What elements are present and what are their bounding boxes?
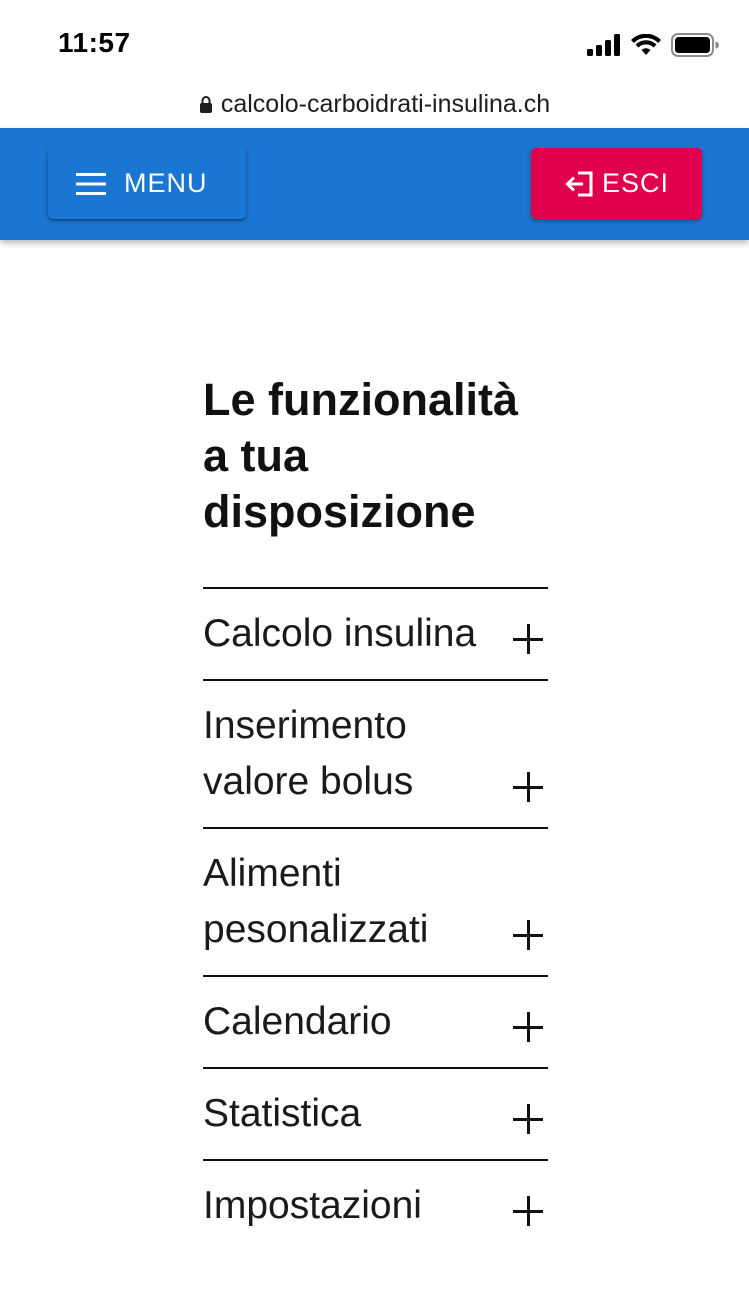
- accordion-item-label: Inserimento valore bolus: [203, 704, 414, 803]
- menu-button[interactable]: MENU: [48, 148, 246, 219]
- page-title: Le funzionalità a tua disposizione: [203, 374, 518, 537]
- accordion-item-alimenti-personalizzati[interactable]: Alimenti pesonalizzati: [203, 829, 548, 977]
- hamburger-menu-icon: [76, 172, 106, 195]
- accordion-item-label: Statistica: [203, 1092, 362, 1135]
- logout-icon: [565, 171, 593, 196]
- app-bar: MENU ESCI: [0, 128, 749, 240]
- features-section: Le funzionalità a tua disposizione Calco…: [203, 372, 548, 1251]
- accordion-item-label: Calendario: [203, 1000, 392, 1043]
- plus-icon[interactable]: [513, 1196, 543, 1226]
- url-text: calcolo-carboidrati-insulina.ch: [220, 89, 551, 118]
- status-time: 11:57: [58, 27, 131, 58]
- accordion-item-label: Impostazioni: [203, 1184, 422, 1227]
- accordion-item-statistica[interactable]: Statistica: [203, 1069, 548, 1161]
- accordion-item-calcolo-insulina[interactable]: Calcolo insulina: [203, 589, 548, 681]
- feature-accordion: Calcolo insulina Inserimento valore bolu…: [203, 587, 548, 1251]
- accordion-item-impostazioni[interactable]: Impostazioni: [203, 1161, 548, 1251]
- status-icons: [587, 30, 719, 60]
- logout-label: ESCI: [601, 168, 670, 198]
- plus-icon[interactable]: [513, 1104, 543, 1134]
- wifi-icon: [631, 34, 661, 55]
- plus-icon[interactable]: [513, 1012, 543, 1042]
- accordion-item-inserimento-valore-bolus[interactable]: Inserimento valore bolus: [203, 681, 548, 829]
- battery-icon: [671, 33, 719, 57]
- cellular-signal-icon: [587, 34, 620, 56]
- accordion-item-calendario[interactable]: Calendario: [203, 977, 548, 1069]
- address-bar[interactable]: calcolo-carboidrati-insulina.ch: [0, 80, 749, 128]
- status-bar: 11:57: [0, 0, 749, 80]
- lock-icon: [199, 96, 212, 113]
- accordion-item-label: Calcolo insulina: [203, 612, 477, 655]
- plus-icon[interactable]: [513, 772, 543, 802]
- logout-button[interactable]: ESCI: [531, 148, 702, 219]
- plus-icon[interactable]: [513, 920, 543, 950]
- menu-label: MENU: [124, 168, 208, 198]
- plus-icon[interactable]: [513, 624, 543, 654]
- accordion-item-label: Alimenti pesonalizzati: [203, 852, 429, 951]
